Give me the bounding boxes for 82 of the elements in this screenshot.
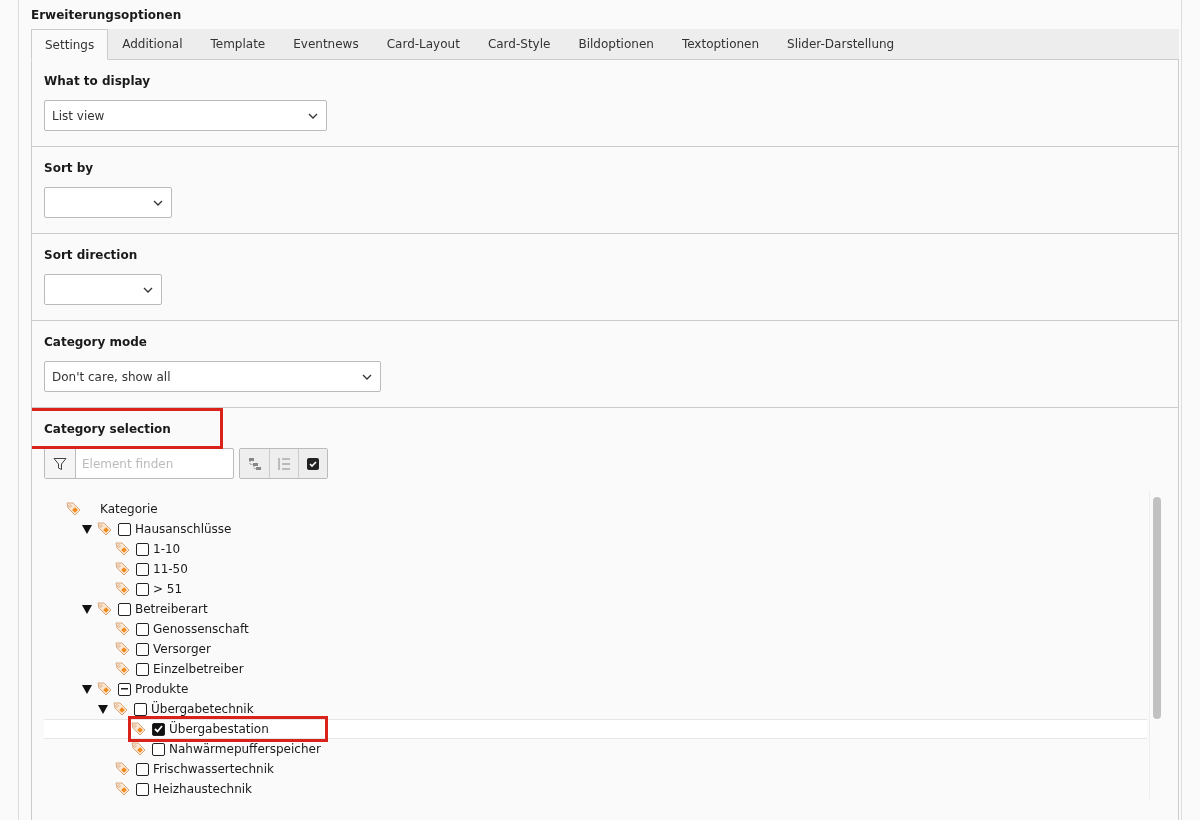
tag-icon — [115, 622, 131, 636]
checkbox[interactable] — [136, 642, 149, 656]
field-label: Sort by — [44, 161, 95, 175]
minus-icon — [121, 688, 128, 690]
checkbox[interactable] — [152, 722, 165, 736]
checkbox[interactable] — [136, 782, 149, 796]
field-label: Category mode — [44, 335, 148, 349]
checkbox[interactable] — [152, 742, 165, 756]
checkbox[interactable] — [136, 582, 149, 596]
tree-item[interactable]: Nahwärmepufferspeicher — [169, 742, 321, 756]
tree-item[interactable]: Einzelbetreiber — [153, 662, 244, 676]
tree-item[interactable]: Genossenschaft — [153, 622, 249, 636]
scrollbar-thumb[interactable] — [1153, 497, 1161, 719]
select-field[interactable] — [44, 274, 162, 305]
tree-item[interactable]: Übergabestation — [169, 722, 269, 736]
tab[interactable]: Additional — [108, 29, 197, 59]
tag-icon — [115, 662, 131, 676]
tab[interactable]: Template — [196, 29, 280, 59]
tree-item[interactable]: Hausanschlüsse — [135, 522, 232, 536]
field-label: Sort direction — [44, 248, 139, 262]
search-input[interactable]: Element finden — [76, 449, 233, 478]
tree-item[interactable]: > 51 — [153, 582, 183, 596]
tree-item[interactable]: Versorger — [153, 642, 211, 656]
tag-icon — [115, 562, 131, 576]
chevron-icon — [308, 112, 318, 119]
tree-item[interactable]: Betreiberart — [135, 602, 208, 616]
search-field[interactable]: Element finden — [44, 448, 234, 479]
checkbox[interactable] — [134, 702, 147, 716]
tab[interactable]: Textoptionen — [667, 29, 774, 59]
checkbox[interactable] — [118, 522, 131, 536]
tab[interactable]: Card-Layout — [372, 29, 474, 59]
filter-icon[interactable] — [53, 456, 67, 471]
selected-row[interactable]: Übergabestation — [44, 719, 1147, 739]
tag-icon — [66, 502, 82, 516]
tree-item[interactable]: Kategorie — [100, 502, 158, 516]
tab[interactable]: Slider-Darstellung — [773, 29, 909, 59]
list-tree-icon — [277, 456, 291, 471]
tree-item[interactable]: Produkte — [135, 682, 189, 696]
field-label: Category selection — [44, 422, 171, 436]
collapse-arrow-icon[interactable] — [98, 704, 108, 714]
chevron-icon — [362, 373, 372, 380]
panel-title: Erweiterungsoptionen — [31, 8, 183, 22]
checkbox[interactable] — [136, 662, 149, 676]
partial-checkbox[interactable] — [118, 682, 131, 696]
checkbox[interactable] — [136, 542, 149, 556]
select-field[interactable]: Don't care, show all — [44, 361, 381, 392]
checkbox[interactable] — [136, 562, 149, 576]
expand-all-button[interactable] — [240, 449, 269, 478]
checkbox[interactable] — [118, 602, 131, 616]
checkbox-icon — [307, 457, 319, 470]
tree-item[interactable]: Übergabetechnik — [151, 702, 254, 716]
tag-icon — [115, 542, 131, 556]
tree-item[interactable]: 11-50 — [153, 562, 188, 576]
checkbox[interactable] — [136, 622, 149, 636]
chevron-icon — [153, 199, 163, 206]
select-field[interactable] — [44, 187, 172, 218]
tab[interactable]: Settings — [31, 29, 109, 60]
tag-icon — [97, 522, 113, 536]
tag-icon — [131, 742, 147, 756]
tree-item[interactable]: 1-10 — [153, 542, 181, 556]
collapse-arrow-icon[interactable] — [82, 604, 92, 614]
tab[interactable]: Eventnews — [279, 29, 373, 59]
tree-item[interactable]: Heizhaustechnik — [153, 782, 253, 796]
toggle-checked-button[interactable] — [298, 449, 327, 478]
tag-icon — [113, 702, 129, 716]
tag-icon — [115, 642, 131, 656]
checkbox[interactable] — [136, 762, 149, 776]
tag-icon — [131, 722, 147, 736]
tag-icon — [115, 582, 131, 596]
tab[interactable]: Bildoptionen — [564, 29, 668, 59]
collapse-arrow-icon[interactable] — [82, 524, 92, 534]
tag-icon — [115, 762, 131, 776]
tag-icon — [115, 782, 131, 796]
chevron-icon — [143, 286, 153, 293]
tag-icon — [97, 602, 113, 616]
collapse-arrow-icon[interactable] — [82, 684, 92, 694]
folder-tree-icon — [247, 456, 262, 471]
select-field[interactable]: List view — [44, 100, 327, 131]
tab[interactable]: Card-Style — [473, 29, 565, 59]
tree-item[interactable]: Frischwassertechnik — [153, 762, 274, 776]
field-label: What to display — [44, 74, 152, 88]
tag-icon — [97, 682, 113, 696]
